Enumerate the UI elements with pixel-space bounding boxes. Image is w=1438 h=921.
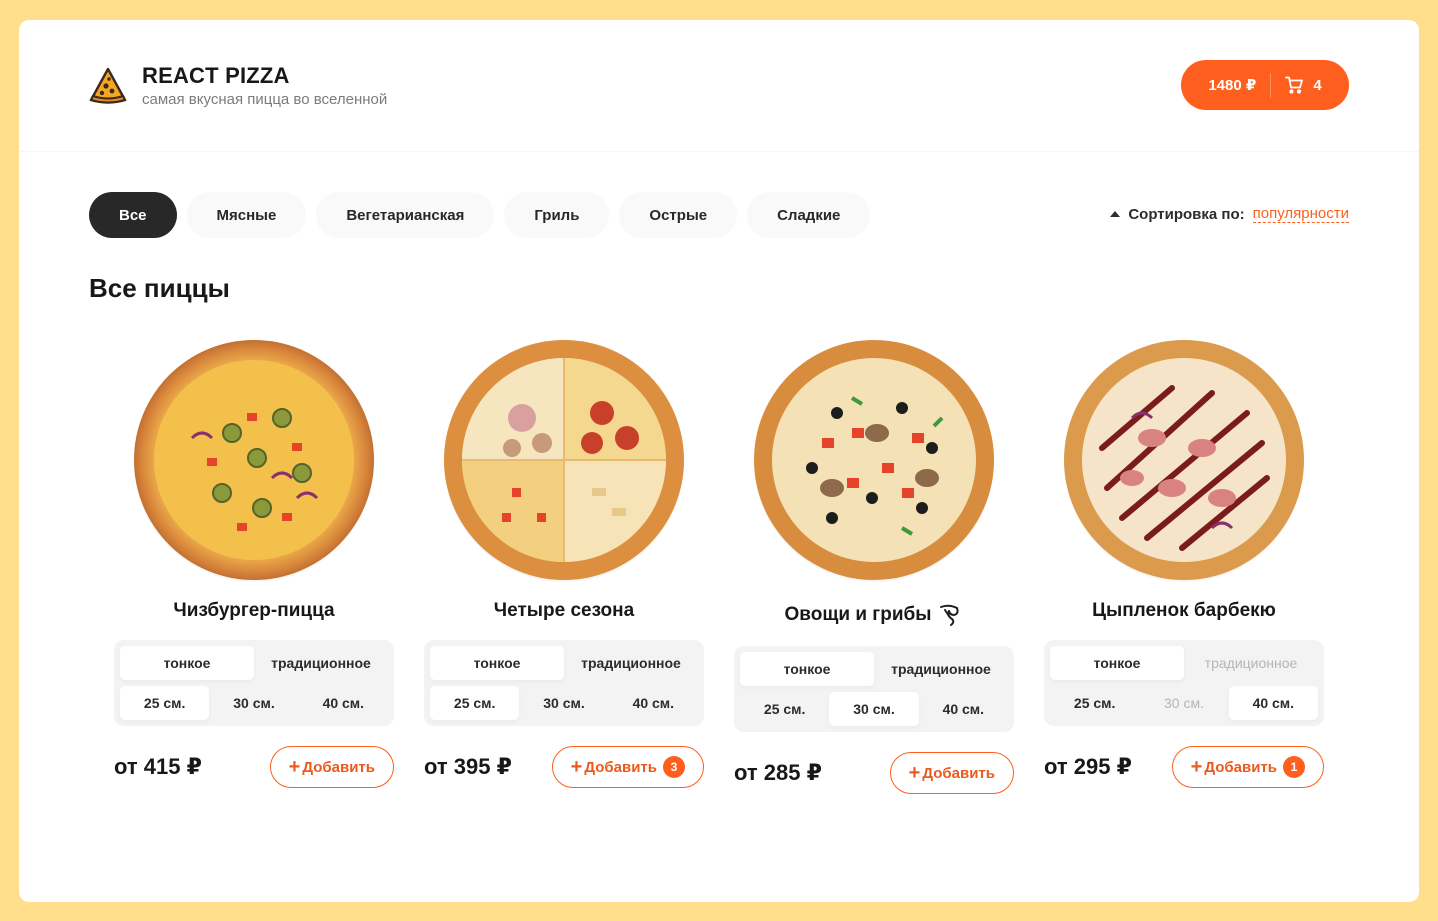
pizza-card: Овощи и грибы тонкое традиционное 25 см.…: [734, 338, 1014, 794]
size-selector: 25 см. 30 см. 40 см.: [430, 686, 698, 720]
pizza-name-text: Цыпленок барбекю: [1092, 600, 1276, 621]
size-option-25[interactable]: 25 см.: [430, 686, 520, 720]
size-option-30[interactable]: 30 см.: [209, 686, 298, 720]
dough-option-traditional[interactable]: традиционное: [874, 652, 1008, 686]
pizza-name-text: Овощи и грибы: [784, 604, 932, 625]
sort-arrow-icon[interactable]: [1110, 211, 1121, 217]
add-to-cart-button[interactable]: + Добавить: [269, 746, 394, 788]
pizza-options: тонкое традиционное 25 см. 30 см. 40 см.: [114, 640, 394, 726]
category-grill[interactable]: Гриль: [504, 192, 610, 238]
category-vegetarian[interactable]: Вегетарианская: [316, 192, 495, 238]
dough-option-traditional: традиционное: [1204, 655, 1298, 671]
cart-total: 1480 ₽: [1208, 77, 1257, 94]
cart-count-badge: 3: [663, 756, 685, 778]
pizza-name-text: Чизбургер-пицца: [173, 600, 335, 621]
dough-option-thin[interactable]: тонкое: [430, 646, 564, 680]
logo[interactable]: REACT PIZZA самая вкусная пицца во вселе…: [88, 64, 387, 108]
logo-title: REACT PIZZA: [142, 63, 290, 88]
add-to-cart-button[interactable]: + Добавить: [889, 752, 1014, 794]
size-option-25[interactable]: 25 см.: [1050, 686, 1139, 720]
page-title: Все пиццы: [89, 273, 230, 303]
size-option-25[interactable]: 25 см.: [740, 692, 829, 726]
app-container: REACT PIZZA самая вкусная пицца во вселе…: [19, 20, 1419, 902]
pizza-price: от 395 ₽: [424, 754, 512, 779]
sort-control: Сортировка по: популярности: [1110, 205, 1349, 223]
leaf-icon: [940, 604, 960, 626]
card-footer: от 415 ₽ + Добавить: [114, 746, 394, 788]
cart-count-badge: 1: [1283, 756, 1305, 778]
add-button-label: Добавить: [302, 758, 375, 776]
pizza-price: от 415 ₽: [114, 754, 202, 779]
category-sweet[interactable]: Сладкие: [747, 192, 871, 238]
size-option-30[interactable]: 30 см.: [519, 686, 608, 720]
pizza-name: Овощи и грибы: [734, 602, 1014, 628]
add-to-cart-button[interactable]: + Добавить 1: [1171, 746, 1324, 788]
add-button-label: Добавить: [584, 758, 657, 776]
pizza-image[interactable]: [1062, 338, 1306, 582]
pizza-name: Четыре сезона: [424, 600, 704, 622]
sort-dropdown[interactable]: популярности: [1252, 205, 1349, 223]
pizza-image[interactable]: [132, 338, 376, 582]
plus-icon: +: [288, 756, 301, 778]
dough-option-traditional[interactable]: традиционное: [564, 646, 698, 680]
pizza-options: тонкое традиционное 25 см. 30 см. 40 см.: [1044, 640, 1324, 726]
dough-option-traditional[interactable]: традиционное: [254, 646, 388, 680]
pizza-card: Цыпленок барбекю тонкое традиционное 25 …: [1044, 338, 1324, 788]
plus-icon: +: [570, 756, 583, 778]
pizza-price: от 285 ₽: [734, 760, 822, 785]
card-footer: от 395 ₽ + Добавить 3: [424, 746, 704, 788]
cart-divider: [1270, 72, 1272, 98]
card-footer: от 285 ₽ + Добавить: [734, 752, 1014, 794]
add-button-label: Добавить: [1204, 758, 1277, 776]
plus-icon: +: [1190, 756, 1203, 778]
pizza-name: Цыпленок барбекю: [1044, 600, 1324, 622]
dough-selector: тонкое традиционное: [120, 646, 388, 680]
pizza-name: Чизбургер-пицца: [114, 600, 394, 622]
add-to-cart-button[interactable]: + Добавить 3: [551, 746, 704, 788]
size-option-40[interactable]: 40 см.: [609, 686, 698, 720]
logo-subtitle: самая вкусная пицца во вселенной: [142, 91, 388, 108]
add-button-label: Добавить: [922, 764, 995, 782]
pizza-options: тонкое традиционное 25 см. 30 см. 40 см.: [734, 646, 1014, 732]
pizza-price: от 295 ₽: [1044, 754, 1132, 779]
sort-label: Сортировка по:: [1128, 205, 1245, 223]
header: REACT PIZZA самая вкусная пицца во вселе…: [19, 20, 1419, 152]
category-meat[interactable]: Мясные: [186, 192, 307, 238]
size-option-40[interactable]: 40 см.: [299, 686, 388, 720]
pizza-options: тонкое традиционное 25 см. 30 см. 40 см.: [424, 640, 704, 726]
size-option-40[interactable]: 40 см.: [1228, 686, 1318, 720]
card-footer: от 295 ₽ + Добавить 1: [1044, 746, 1324, 788]
size-option-25[interactable]: 25 см.: [120, 686, 210, 720]
pizza-card: Чизбургер-пицца тонкое традиционное 25 с…: [114, 338, 394, 788]
size-option-30: 30 см.: [1164, 695, 1204, 711]
pizza-card: Четыре сезона тонкое традиционное 25 см.…: [424, 338, 704, 788]
size-selector: 25 см. 30 см. 40 см.: [120, 686, 388, 720]
plus-icon: +: [908, 762, 921, 784]
dough-option-thin[interactable]: тонкое: [120, 646, 254, 680]
cart-icon: [1285, 76, 1304, 94]
dough-selector: тонкое традиционное: [740, 652, 1008, 686]
size-selector: 25 см. 30 см. 40 см.: [1050, 686, 1318, 720]
pizza-name-text: Четыре сезона: [493, 600, 635, 621]
size-selector: 25 см. 30 см. 40 см.: [740, 692, 1008, 726]
cart-button[interactable]: 1480 ₽ 4: [1181, 60, 1349, 110]
logo-text: REACT PIZZA самая вкусная пицца во вселе…: [142, 63, 388, 109]
category-all[interactable]: Все: [89, 192, 177, 238]
dough-option-thin[interactable]: тонкое: [740, 652, 874, 686]
dough-selector: тонкое традиционное: [1050, 646, 1318, 680]
dough-selector: тонкое традиционное: [430, 646, 698, 680]
pizza-image[interactable]: [752, 338, 996, 582]
dough-option-thin[interactable]: тонкое: [1050, 646, 1184, 680]
category-list: Все Мясные Вегетарианская Гриль Острые С…: [89, 192, 880, 238]
size-option-40[interactable]: 40 см.: [919, 692, 1008, 726]
category-spicy[interactable]: Острые: [619, 192, 738, 238]
pizza-image[interactable]: [442, 338, 686, 582]
pizza-logo-icon: [89, 67, 127, 104]
cart-count: 4: [1313, 76, 1322, 94]
size-option-30[interactable]: 30 см.: [829, 692, 919, 726]
